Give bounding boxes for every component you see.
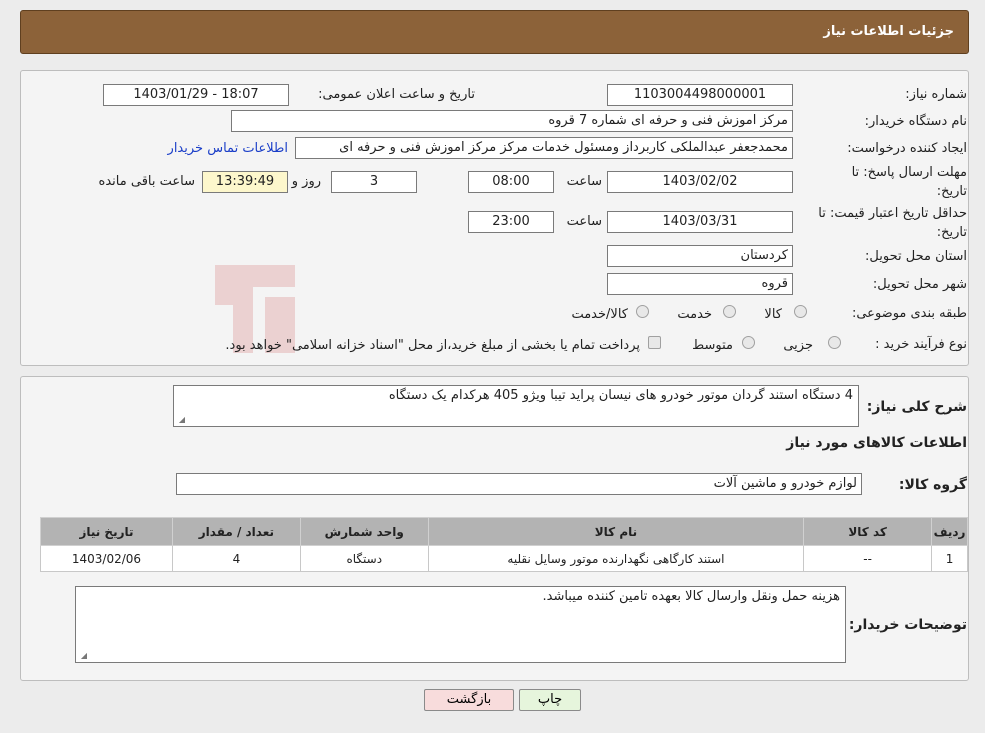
summary-label: شرح کلی نیاز: [866, 399, 967, 415]
creator-label: ایجاد کننده درخواست: [847, 141, 967, 156]
announce-datetime-field: 1403/01/29 - 18:07 [103, 84, 289, 106]
page-header: جزئیات اطلاعات نیاز [20, 10, 969, 54]
process-radio-medium[interactable] [742, 336, 755, 349]
cell-unit: دستگاه [299, 545, 429, 572]
payment-checkbox[interactable] [648, 336, 661, 349]
validity-label-line1: حداقل تاریخ اعتبار قیمت: تا [818, 206, 967, 221]
col-quantity: تعداد / مقدار [171, 517, 301, 546]
payment-note: پرداخت تمام یا بخشی از مبلغ خرید،از محل … [225, 338, 640, 353]
cell-quantity: 4 [171, 545, 301, 572]
table-row: 1 -- استند کارگاهی نگهدارنده موتور وسایل… [40, 545, 968, 572]
buyer-notes-text: هزینه حمل ونقل وارسال کالا بعهده تامین ک… [542, 589, 840, 604]
city-field: قروه [607, 273, 793, 295]
creator-field: محمدجعفر عبدالملکی کاربرداز ومسئول خدمات… [295, 137, 793, 159]
col-row: ردیف [931, 517, 968, 546]
validity-label-line2: تاریخ: [936, 225, 967, 240]
remaining-time-label: ساعت باقی مانده [98, 174, 195, 189]
page-title: جزئیات اطلاعات نیاز [823, 24, 954, 39]
print-button[interactable]: چاپ [519, 689, 581, 711]
validity-date-field: 1403/03/31 [607, 211, 793, 233]
goods-group-label: گروه کالا: [898, 477, 967, 493]
days-remaining-field: 3 [331, 171, 417, 193]
process-type-label: نوع فرآیند خرید : [875, 337, 967, 352]
province-label: استان محل تحویل: [865, 249, 967, 264]
cell-need-date: 1403/02/06 [40, 545, 173, 572]
goods-section-title: اطلاعات کالاهای مورد نیاز [786, 435, 967, 451]
col-name: نام کالا [427, 517, 805, 546]
category-option-service: خدمت [677, 307, 712, 322]
deadline-time-label: ساعت [566, 174, 602, 189]
col-need-date: تاریخ نیاز [40, 517, 173, 546]
cell-row: 1 [931, 545, 968, 572]
cell-code: -- [803, 545, 933, 572]
validity-time-label: ساعت [566, 214, 602, 229]
remaining-time-field: 13:39:49 [202, 171, 288, 193]
goods-table: ردیف کد کالا نام کالا واحد شمارش تعداد /… [40, 517, 968, 572]
resize-handle-icon[interactable]: ◢ [176, 415, 185, 424]
need-number-field: 1103004498000001 [607, 84, 793, 106]
buyer-org-field: مرکز اموزش فنی و حرفه ای شماره 7 قروه [231, 110, 793, 132]
summary-field: 4 دستگاه استند گردان موتور خودرو های نیس… [173, 385, 859, 427]
process-radio-minor[interactable] [828, 336, 841, 349]
buyer-contact-link[interactable]: اطلاعات تماس خریدار [168, 141, 288, 156]
deadline-label-line1: مهلت ارسال پاسخ: تا [851, 165, 967, 180]
col-code: کد کالا [803, 517, 933, 546]
category-radio-goods[interactable] [794, 305, 807, 318]
cell-name: استند کارگاهی نگهدارنده موتور وسایل نقلی… [427, 545, 805, 572]
category-radio-service[interactable] [723, 305, 736, 318]
buyer-notes-label: توضیحات خریدار: [848, 617, 967, 633]
summary-text: 4 دستگاه استند گردان موتور خودرو های نیس… [388, 388, 853, 403]
process-option-medium: متوسط [692, 338, 733, 353]
process-option-minor: جزیی [783, 338, 813, 353]
days-label: روز و [291, 174, 321, 189]
table-header-row: ردیف کد کالا نام کالا واحد شمارش تعداد /… [40, 517, 968, 546]
buyer-org-label: نام دستگاه خریدار: [864, 114, 967, 129]
need-number-label: شماره نیاز: [905, 87, 967, 102]
col-unit: واحد شمارش [299, 517, 429, 546]
category-radio-goods-service[interactable] [636, 305, 649, 318]
deadline-date-field: 1403/02/02 [607, 171, 793, 193]
buyer-notes-field: هزینه حمل ونقل وارسال کالا بعهده تامین ک… [75, 586, 846, 663]
resize-handle-icon[interactable]: ◢ [78, 651, 87, 660]
back-button[interactable]: بازگشت [424, 689, 514, 711]
validity-time-field: 23:00 [468, 211, 554, 233]
deadline-time-field: 08:00 [468, 171, 554, 193]
announce-datetime-label: تاریخ و ساعت اعلان عمومی: [318, 87, 475, 102]
goods-group-field: لوازم خودرو و ماشین آلات [176, 473, 862, 495]
city-label: شهر محل تحویل: [872, 277, 967, 292]
category-label: طبقه بندی موضوعی: [851, 306, 967, 321]
goods-table-wrapper: ردیف کد کالا نام کالا واحد شمارش تعداد /… [40, 517, 968, 572]
deadline-label-line2: تاریخ: [936, 184, 967, 199]
category-option-goods: کالا [764, 307, 782, 322]
province-field: کردستان [607, 245, 793, 267]
category-option-goods-service: کالا/خدمت [571, 307, 628, 322]
